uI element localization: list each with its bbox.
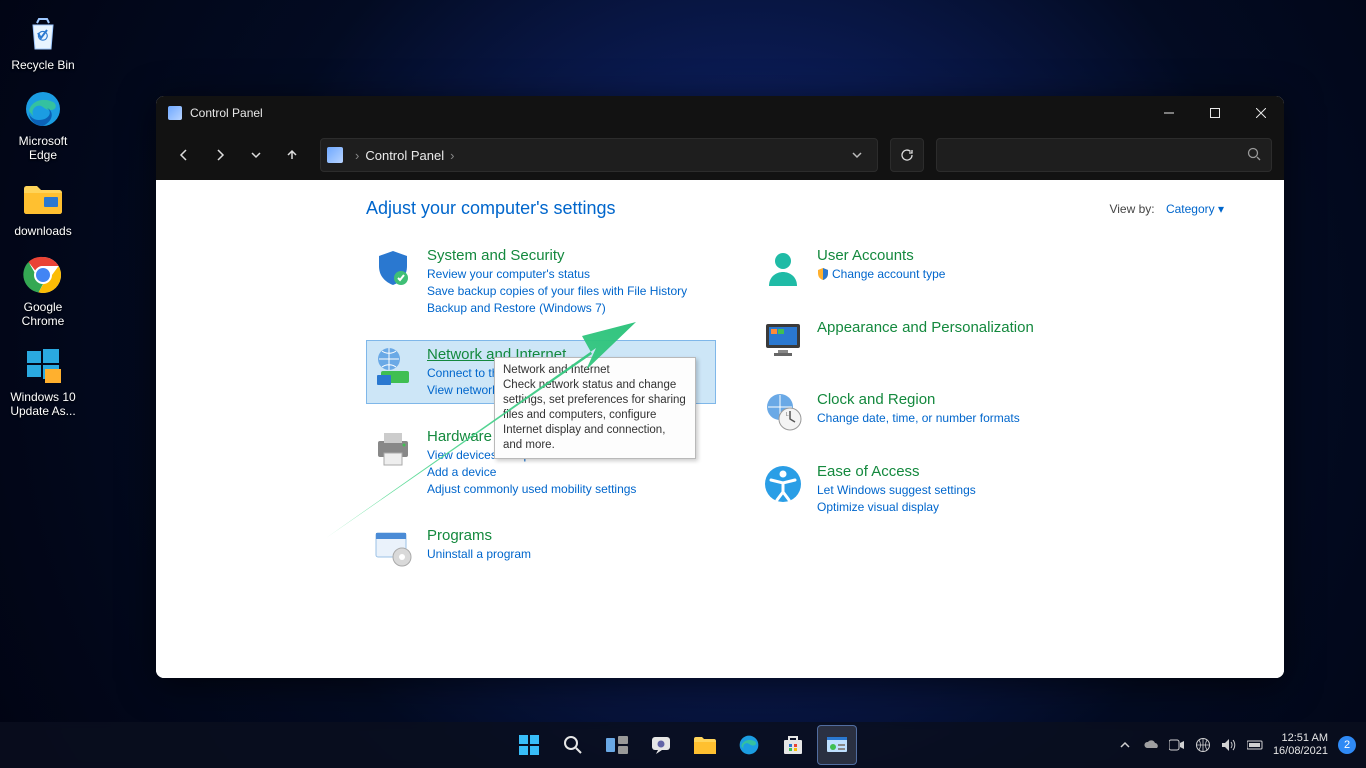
system-tray: 12:51 AM 16/08/2021 2	[1117, 732, 1356, 758]
windows-update-icon	[22, 344, 64, 386]
desktop-icon-label: Microsoft Edge	[4, 134, 82, 162]
breadcrumb-separator: ›	[355, 148, 359, 163]
content-area: Adjust your computer's settings View by:…	[156, 180, 1284, 678]
clock-date: 16/08/2021	[1273, 745, 1328, 758]
battery-icon[interactable]	[1247, 737, 1263, 753]
category-link[interactable]: Change account type	[817, 266, 945, 283]
category-programs[interactable]: Programs Uninstall a program	[366, 521, 716, 575]
start-button[interactable]	[509, 725, 549, 765]
globe-network-icon	[371, 345, 415, 389]
category-link[interactable]: Backup and Restore (Windows 7)	[427, 300, 687, 317]
search-icon	[1247, 147, 1261, 164]
desktop-icon-chrome[interactable]: Google Chrome	[4, 248, 82, 338]
folder-icon	[22, 178, 64, 220]
navigation-bar: › Control Panel ›	[156, 130, 1284, 180]
volume-icon[interactable]	[1221, 737, 1237, 753]
desktop-icon-label: Recycle Bin	[4, 58, 82, 72]
printer-icon	[371, 427, 415, 471]
category-link[interactable]: Change date, time, or number formats	[817, 410, 1020, 427]
category-title[interactable]: User Accounts	[817, 246, 945, 266]
language-icon[interactable]	[1195, 737, 1211, 753]
recent-dropdown-button[interactable]	[240, 139, 272, 171]
address-bar[interactable]: › Control Panel ›	[320, 138, 878, 172]
taskbar[interactable]: 12:51 AM 16/08/2021 2	[0, 722, 1366, 768]
chrome-icon	[22, 254, 64, 296]
category-title[interactable]: Appearance and Personalization	[817, 318, 1034, 338]
clock-globe-icon: L	[761, 390, 805, 434]
control-panel-taskbar-button[interactable]	[817, 725, 857, 765]
tooltip-title: Network and Internet	[503, 363, 687, 378]
desktop-icon-downloads[interactable]: downloads	[4, 172, 82, 248]
category-link[interactable]: Uninstall a program	[427, 546, 531, 563]
minimize-button[interactable]	[1146, 96, 1192, 130]
desktop-icon-edge[interactable]: Microsoft Edge	[4, 82, 82, 172]
category-title[interactable]: Clock and Region	[817, 390, 1020, 410]
accessibility-icon	[761, 462, 805, 506]
meet-now-icon[interactable]	[1169, 737, 1185, 753]
category-title[interactable]: Ease of Access	[817, 462, 976, 482]
desktop-icon-recycle-bin[interactable]: Recycle Bin	[4, 6, 82, 82]
edge-icon	[22, 88, 64, 130]
clock-time: 12:51 AM	[1273, 732, 1328, 745]
tray-overflow-button[interactable]	[1117, 737, 1133, 753]
breadcrumb-separator: ›	[450, 148, 454, 163]
maximize-button[interactable]	[1192, 96, 1238, 130]
window-title: Control Panel	[190, 106, 263, 120]
svg-text:L: L	[786, 412, 789, 418]
tooltip-body: Check network status and change settings…	[503, 378, 687, 453]
category-appearance[interactable]: Appearance and Personalization	[756, 313, 1106, 367]
titlebar[interactable]: Control Panel	[156, 96, 1284, 130]
tooltip: Network and Internet Check network statu…	[494, 357, 696, 459]
back-button[interactable]	[168, 139, 200, 171]
page-heading: Adjust your computer's settings	[366, 198, 616, 219]
address-dropdown-button[interactable]	[843, 149, 871, 161]
chat-button[interactable]	[641, 725, 681, 765]
desktop-icon-label: Google Chrome	[4, 300, 82, 328]
control-panel-icon	[168, 106, 182, 120]
close-button[interactable]	[1238, 96, 1284, 130]
categories-column-right: User Accounts Change account type Appear…	[756, 241, 1106, 593]
desktop-icon-win10-update[interactable]: Windows 10 Update As...	[4, 338, 82, 428]
category-ease-of-access[interactable]: Ease of Access Let Windows suggest setti…	[756, 457, 1106, 521]
shield-icon	[371, 246, 415, 290]
category-link[interactable]: Save backup copies of your files with Fi…	[427, 283, 687, 300]
view-by-dropdown[interactable]: Category ▾	[1166, 202, 1224, 216]
edge-taskbar-button[interactable]	[729, 725, 769, 765]
category-link[interactable]: Optimize visual display	[817, 499, 976, 516]
control-panel-window: Control Panel › Control Panel › Adjust y…	[156, 96, 1284, 678]
programs-icon	[371, 526, 415, 570]
category-link[interactable]: Adjust commonly used mobility settings	[427, 481, 636, 498]
control-panel-icon	[327, 147, 343, 163]
category-link[interactable]: Review your computer's status	[427, 266, 687, 283]
desktop-icon-label: Windows 10 Update As...	[4, 390, 82, 418]
search-input[interactable]	[936, 138, 1272, 172]
breadcrumb-item[interactable]: Control Panel	[365, 148, 444, 163]
user-icon	[761, 246, 805, 290]
desktop-icons: Recycle Bin Microsoft Edge downloads Goo…	[0, 0, 86, 434]
uac-shield-icon	[817, 268, 829, 280]
search-button[interactable]	[553, 725, 593, 765]
forward-button[interactable]	[204, 139, 236, 171]
category-clock-region[interactable]: L Clock and Region Change date, time, or…	[756, 385, 1106, 439]
recycle-bin-icon	[22, 12, 64, 54]
desktop-icon-label: downloads	[4, 224, 82, 238]
clock[interactable]: 12:51 AM 16/08/2021	[1273, 732, 1328, 758]
category-title[interactable]: Programs	[427, 526, 531, 546]
task-view-button[interactable]	[597, 725, 637, 765]
category-user-accounts[interactable]: User Accounts Change account type	[756, 241, 1106, 295]
category-system-security[interactable]: System and Security Review your computer…	[366, 241, 716, 322]
notification-badge[interactable]: 2	[1338, 736, 1356, 754]
view-by-label: View by:	[1109, 202, 1154, 216]
onedrive-icon[interactable]	[1143, 737, 1159, 753]
file-explorer-button[interactable]	[685, 725, 725, 765]
monitor-icon	[761, 318, 805, 362]
category-link[interactable]: Add a device	[427, 464, 636, 481]
category-title[interactable]: System and Security	[427, 246, 687, 266]
store-button[interactable]	[773, 725, 813, 765]
refresh-button[interactable]	[890, 138, 924, 172]
view-by-control: View by: Category ▾	[1109, 202, 1224, 216]
up-button[interactable]	[276, 139, 308, 171]
category-link[interactable]: Let Windows suggest settings	[817, 482, 976, 499]
